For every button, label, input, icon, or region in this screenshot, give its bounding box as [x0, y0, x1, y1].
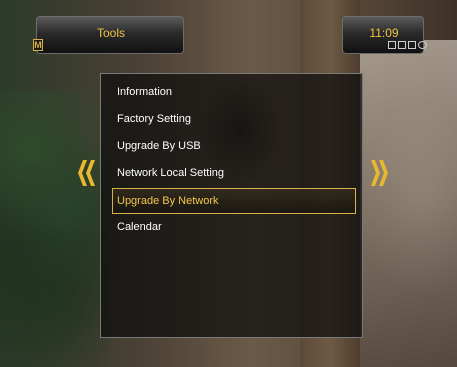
menu-item-factory-setting[interactable]: Factory Setting	[113, 107, 353, 133]
double-chevron-right-icon[interactable]	[370, 158, 388, 188]
background-figure	[360, 40, 457, 367]
menu-item-calendar[interactable]: Calendar	[113, 215, 353, 241]
record-icon	[418, 41, 427, 49]
background-plant	[0, 90, 110, 367]
page-title: Tools	[96, 26, 125, 40]
menu-item-upgrade-by-usb[interactable]: Upgrade By USB	[113, 134, 353, 160]
status-icons	[388, 41, 427, 51]
signal-icon	[398, 41, 406, 49]
menu-item-information[interactable]: Information	[113, 80, 353, 106]
title-bar: Tools M	[33, 16, 184, 54]
clock-bar: 11:09	[342, 16, 427, 54]
tools-menu-panel: Information Factory Setting Upgrade By U…	[100, 73, 363, 338]
double-chevron-left-icon[interactable]	[78, 158, 96, 188]
menu-item-upgrade-by-network[interactable]: Upgrade By Network	[112, 188, 356, 214]
tv-mode-icon	[388, 41, 396, 49]
menu-badge-icon: M	[33, 39, 43, 51]
clock-time: 11:09	[369, 26, 399, 40]
menu-item-network-local-setting[interactable]: Network Local Setting	[113, 161, 353, 187]
lock-icon	[408, 41, 416, 49]
